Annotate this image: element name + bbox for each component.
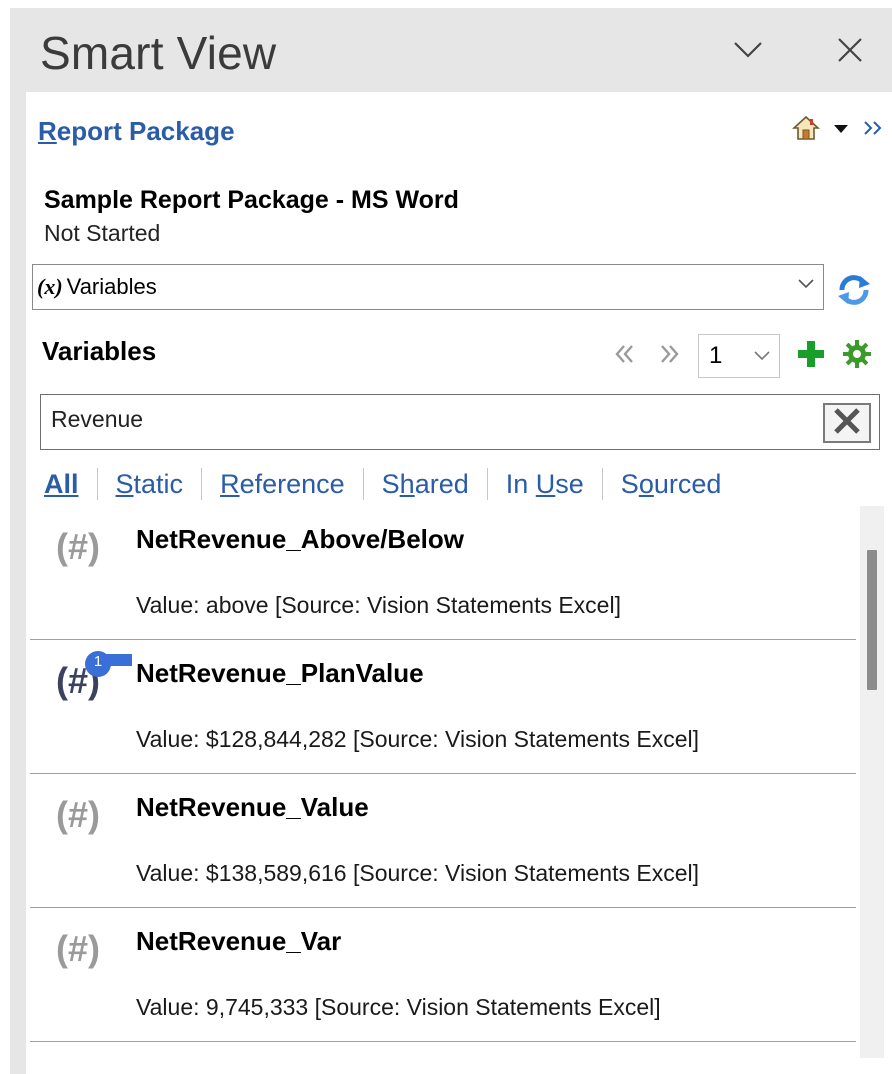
package-name: Sample Report Package - MS Word (44, 186, 459, 214)
smart-view-pane: Smart View Report Package Sample Report … (10, 8, 892, 1074)
double-chevron-left-icon (614, 343, 636, 370)
filter-tab-text: ll (63, 468, 79, 499)
dropdown-arrow-icon (832, 122, 850, 140)
header-toolbar (791, 114, 886, 147)
scrollbar-thumb[interactable] (867, 550, 877, 690)
variables-heading: Variables (42, 336, 157, 366)
filter-tab-accesskey: R (220, 468, 240, 499)
filter-tab[interactable]: Sourced (621, 469, 722, 500)
report-package-link[interactable]: Report Package (38, 116, 235, 147)
filter-tab-accesskey: h (399, 468, 415, 499)
variable-row[interactable]: (#) NetRevenue_Value Value: $138,589,616 [… (30, 774, 856, 908)
variable-filter-tabs: All Static Reference Shared In Use Sourced (44, 468, 721, 500)
next-page-button[interactable] (654, 336, 684, 376)
variable-row[interactable]: (#) NetRevenue_Var Value: 9,745,333 [Sourc… (30, 908, 856, 1042)
expand-double-chevron-icon (862, 119, 886, 142)
variable-value: Value: $138,589,616 [Source: Vision Stat… (136, 860, 700, 886)
usage-count-badge: 1 (84, 650, 134, 678)
filter-tab-accesskey: A (44, 468, 64, 499)
title-bar: Smart View (10, 8, 892, 92)
variable-name: NetRevenue_Above/Below (136, 524, 464, 554)
filter-tab[interactable]: Static (116, 469, 184, 500)
numeric-variable-icon: (#) (56, 526, 100, 567)
filter-tab-text: ared (414, 468, 469, 499)
numeric-variable-icon: (#) (56, 928, 100, 969)
close-icon (832, 406, 862, 441)
variable-name: NetRevenue_Var (136, 926, 342, 956)
chevron-down-icon (753, 349, 771, 367)
filter-tab-text: eference (239, 468, 345, 499)
filter-separator (486, 468, 488, 500)
page-number-value: 1 (709, 342, 723, 369)
variable-name: NetRevenue_Value (136, 792, 369, 822)
chevron-down-icon (733, 40, 763, 65)
filter-tab-text: S (620, 468, 639, 499)
clear-search-button[interactable] (823, 403, 871, 443)
filter-tab-text: tatic (133, 468, 184, 499)
pane-body: Report Package Sample Report Package - M… (26, 92, 892, 1074)
report-package-link-text: eport Package (56, 116, 235, 146)
variables-icon: (x) (37, 274, 63, 299)
report-package-link-accesskey: R (38, 116, 57, 146)
filter-tab-accesskey: S (115, 468, 134, 499)
page-navigator: 1 (610, 334, 872, 378)
gear-icon (842, 339, 872, 374)
home-icon (791, 114, 821, 147)
page-number-select[interactable]: 1 (698, 334, 780, 378)
filter-tab-accesskey: o (638, 468, 654, 499)
filter-tab-accesskey: U (535, 468, 556, 499)
variable-row[interactable]: (#) NetRevenue_Above/Below Value: above [S… (30, 506, 856, 640)
variable-value: Value: above [Source: Vision Statements … (136, 592, 621, 618)
filter-tab-text: S (381, 468, 400, 499)
filter-tab-text: In (505, 468, 536, 499)
variable-row[interactable]: (#) NetRevenue_PlanValue Value: $128,844,2… (30, 640, 856, 774)
variable-search (40, 394, 880, 450)
pane-close-button[interactable] (828, 30, 872, 74)
variable-value: Value: $128,844,282 [Source: Vision Stat… (136, 726, 700, 752)
filter-separator (201, 468, 203, 500)
add-variable-button[interactable] (796, 339, 826, 374)
home-button[interactable] (791, 114, 821, 147)
variable-settings-button[interactable] (842, 339, 872, 374)
filter-tab[interactable]: In Use (506, 469, 584, 500)
filter-tab[interactable]: Reference (220, 469, 345, 500)
chevron-down-icon (797, 277, 815, 295)
variable-list-scrollbar[interactable] (860, 506, 884, 1058)
variable-search-input[interactable] (51, 403, 811, 435)
pane-title: Smart View (40, 27, 277, 79)
double-chevron-right-icon (658, 343, 680, 370)
expand-button[interactable] (862, 119, 886, 142)
variable-name: NetRevenue_PlanValue (136, 658, 424, 688)
view-select[interactable]: (x) Variables (32, 264, 824, 310)
plus-icon (796, 339, 826, 374)
filter-separator (362, 468, 364, 500)
refresh-icon (834, 275, 874, 314)
pane-options-button[interactable] (726, 30, 770, 74)
variable-list: (#) NetRevenue_Above/Below Value: above [S… (30, 506, 856, 1058)
header-menu-button[interactable] (832, 122, 850, 140)
refresh-button[interactable] (834, 270, 874, 315)
view-select-value: Variables (66, 274, 157, 299)
filter-separator (601, 468, 603, 500)
numeric-variable-icon: (#) (56, 794, 100, 835)
filter-tab[interactable]: All (44, 469, 79, 500)
usage-count-badge-number: 1 (93, 653, 103, 670)
filter-separator (96, 468, 98, 500)
filter-tab-text: se (555, 468, 584, 499)
filter-tab[interactable]: Shared (382, 469, 469, 500)
filter-tab-text: urced (653, 468, 722, 499)
close-icon (837, 37, 863, 68)
variable-value: Value: 9,745,333 [Source: Vision Stateme… (136, 994, 661, 1020)
package-status: Not Started (44, 220, 161, 246)
previous-page-button[interactable] (610, 336, 640, 376)
